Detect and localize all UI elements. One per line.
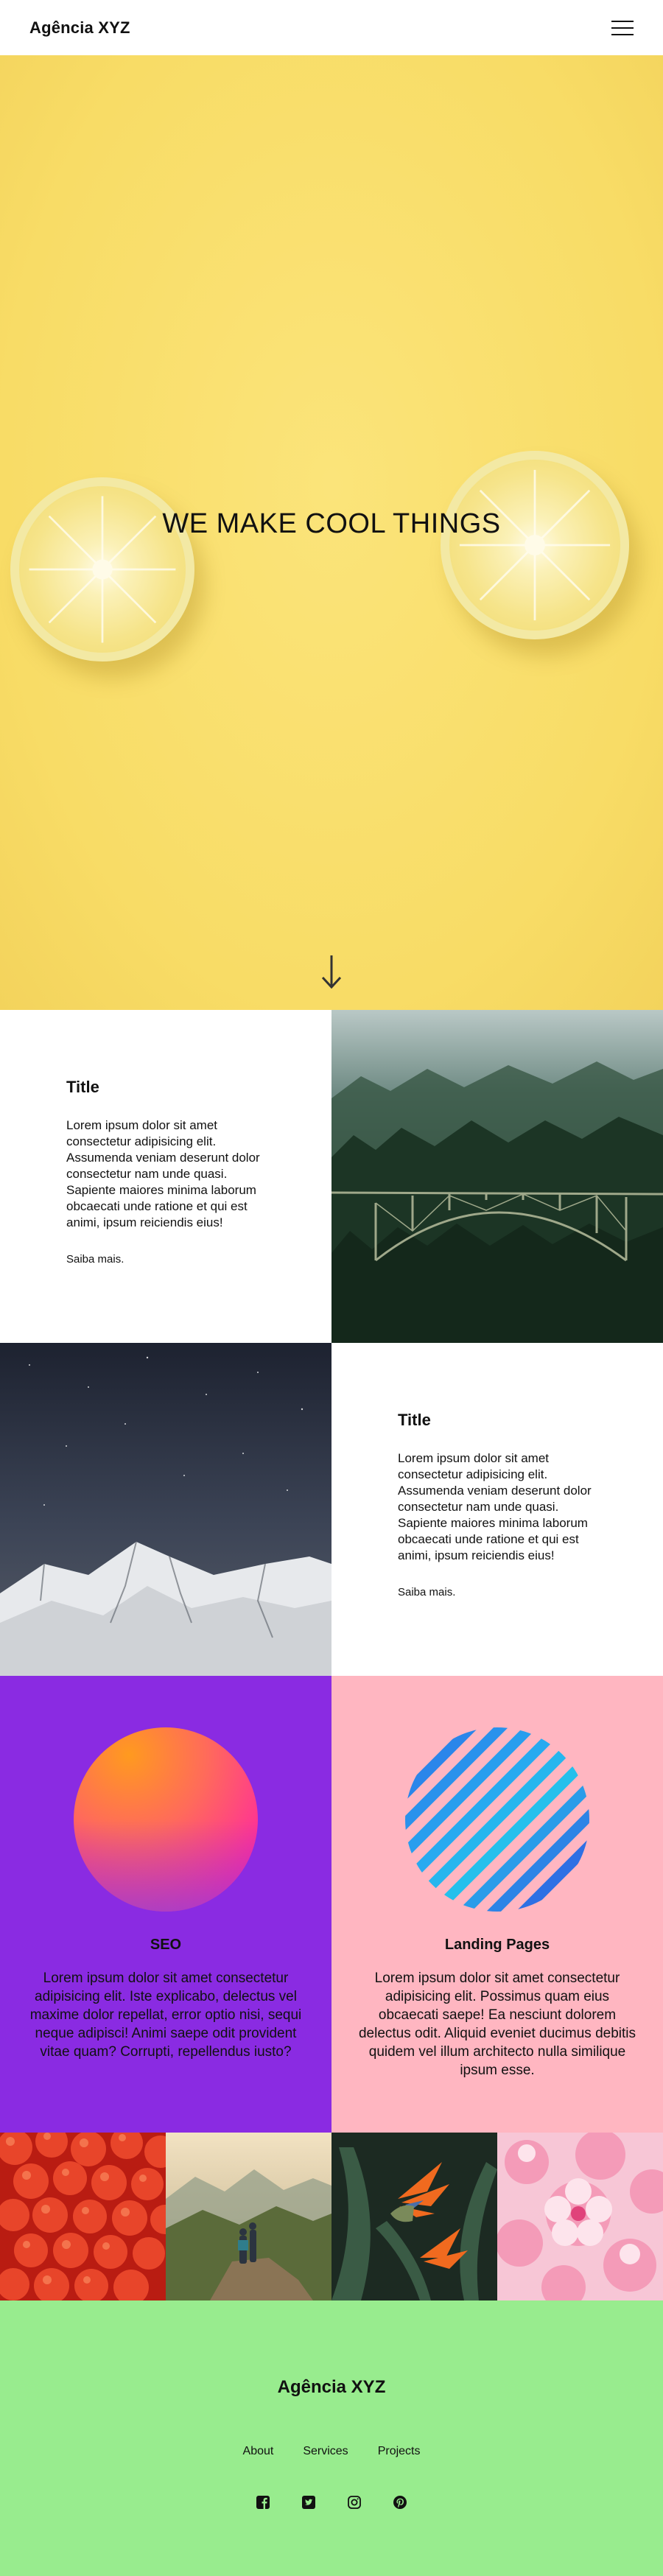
footer-link-services[interactable]: Services — [303, 2445, 348, 2458]
service-card-landing-pages: Landing Pages Lorem ipsum dolor sit amet… — [332, 1676, 663, 2133]
brand-logo[interactable]: Agência XYZ — [29, 18, 130, 38]
facebook-icon[interactable] — [256, 2495, 270, 2510]
feature-row: Title Lorem ipsum dolor sit amet consect… — [0, 1010, 663, 1343]
feature-body: Lorem ipsum dolor sit amet consectetur a… — [398, 1451, 592, 1562]
read-more-link[interactable]: Saiba mais. — [398, 1586, 455, 1598]
service-title: SEO — [150, 1937, 182, 1953]
read-more-link[interactable]: Saiba mais. — [66, 1253, 124, 1266]
snowy-mountain-night-photo — [0, 1343, 332, 1676]
twitter-icon[interactable] — [301, 2495, 316, 2510]
hikers-mountain-photo[interactable] — [166, 2133, 332, 2300]
striped-orb-graphic — [405, 1727, 589, 1912]
image-gallery — [0, 2133, 663, 2300]
tomatoes-photo[interactable] — [0, 2133, 166, 2300]
bird-of-paradise-flower-photo[interactable] — [332, 2133, 497, 2300]
pinterest-icon[interactable] — [393, 2495, 407, 2510]
lemon-slice-image — [10, 477, 194, 661]
feature-title: Title — [398, 1411, 431, 1429]
pink-blossoms-photo[interactable] — [497, 2133, 663, 2300]
forest-bridge-photo — [332, 1010, 663, 1343]
service-card-seo: SEO Lorem ipsum dolor sit amet consectet… — [0, 1676, 332, 2133]
feature-body: Lorem ipsum dolor sit amet consectetur a… — [66, 1118, 260, 1229]
feature-title: Title — [66, 1078, 99, 1096]
footer-brand[interactable]: Agência XYZ — [0, 2377, 663, 2398]
footer-nav: About Services Projects — [0, 2445, 663, 2458]
arrow-down-icon[interactable] — [318, 954, 345, 989]
social-links — [0, 2495, 663, 2510]
site-footer: Agência XYZ About Services Projects — [0, 2300, 663, 2576]
footer-link-projects[interactable]: Projects — [378, 2445, 421, 2458]
hero-section: WE MAKE COOL THINGS — [0, 55, 663, 1010]
feature-row: Title Lorem ipsum dolor sit amet consect… — [0, 1343, 663, 1676]
feature-text: Title Lorem ipsum dolor sit amet consect… — [0, 1010, 332, 1343]
lemon-slice-image — [441, 451, 629, 639]
service-title: Landing Pages — [444, 1937, 550, 1953]
service-body: Lorem ipsum dolor sit amet consectetur a… — [358, 1970, 636, 2078]
service-body: Lorem ipsum dolor sit amet consectetur a… — [29, 1970, 302, 2060]
instagram-icon[interactable] — [347, 2495, 362, 2510]
footer-link-about[interactable]: About — [243, 2445, 274, 2458]
site-header: Agência XYZ — [0, 0, 663, 55]
hero-title: WE MAKE COOL THINGS — [162, 508, 501, 539]
gradient-orb-graphic — [74, 1727, 258, 1912]
hamburger-menu-icon[interactable] — [611, 20, 634, 36]
feature-text: Title Lorem ipsum dolor sit amet consect… — [332, 1343, 663, 1676]
